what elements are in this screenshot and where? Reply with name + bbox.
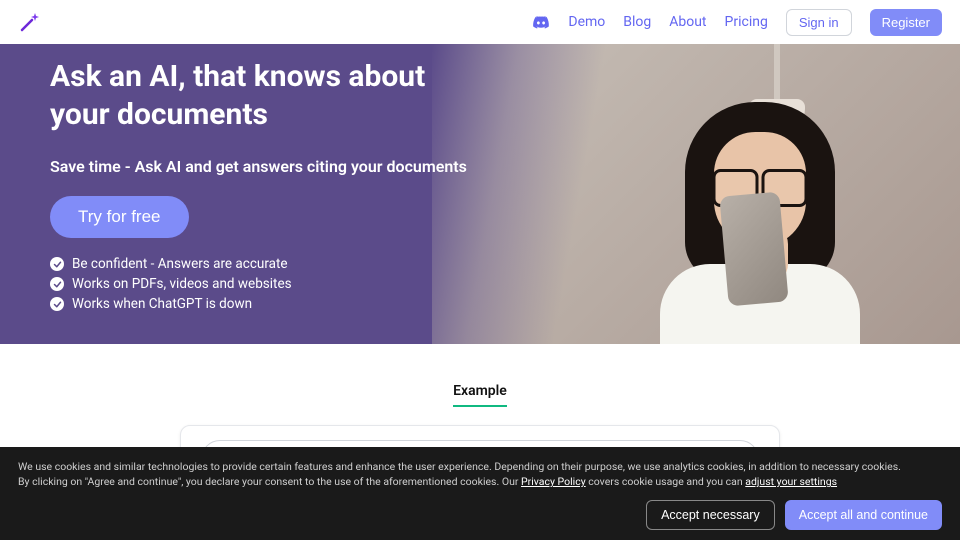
nav-blog[interactable]: Blog — [623, 14, 651, 30]
example-tab[interactable]: Example — [453, 383, 507, 407]
nav: Demo Blog About Pricing Sign in Register — [532, 9, 942, 36]
header: Demo Blog About Pricing Sign in Register — [0, 0, 960, 44]
feature-text: Be confident - Answers are accurate — [72, 256, 288, 272]
hero-title: Ask an AI, that knows about your documen… — [50, 58, 470, 133]
privacy-policy-link[interactable]: Privacy Policy — [521, 475, 586, 488]
signin-button[interactable]: Sign in — [786, 9, 852, 36]
feature-text: Works when ChatGPT is down — [72, 296, 252, 312]
hero: Ask an AI, that knows about your documen… — [0, 44, 960, 344]
feature-item: Be confident - Answers are accurate — [50, 256, 470, 272]
cookie-banner: We use cookies and similar technologies … — [0, 447, 960, 540]
accept-all-button[interactable]: Accept all and continue — [785, 500, 942, 530]
register-button[interactable]: Register — [870, 9, 942, 36]
try-free-button[interactable]: Try for free — [50, 196, 189, 238]
cookie-actions: Accept necessary Accept all and continue — [18, 500, 942, 530]
nav-demo[interactable]: Demo — [568, 14, 605, 30]
feature-text: Works on PDFs, videos and websites — [72, 276, 292, 292]
feature-item: Works on PDFs, videos and websites — [50, 276, 470, 292]
hero-subtitle: Save time - Ask AI and get answers citin… — [50, 157, 470, 176]
accept-necessary-button[interactable]: Accept necessary — [646, 500, 775, 530]
nav-about[interactable]: About — [669, 14, 706, 30]
check-icon — [50, 257, 64, 271]
feature-item: Works when ChatGPT is down — [50, 296, 470, 312]
adjust-settings-link[interactable]: adjust your settings — [745, 475, 837, 488]
check-icon — [50, 297, 64, 311]
hero-content: Ask an AI, that knows about your documen… — [0, 44, 520, 312]
cookie-text: We use cookies and similar technologies … — [18, 459, 942, 491]
person-illustration — [620, 84, 900, 344]
feature-list: Be confident - Answers are accurate Work… — [50, 256, 470, 312]
logo[interactable] — [18, 10, 42, 34]
discord-icon[interactable] — [532, 13, 550, 31]
nav-pricing[interactable]: Pricing — [725, 14, 768, 30]
check-icon — [50, 277, 64, 291]
